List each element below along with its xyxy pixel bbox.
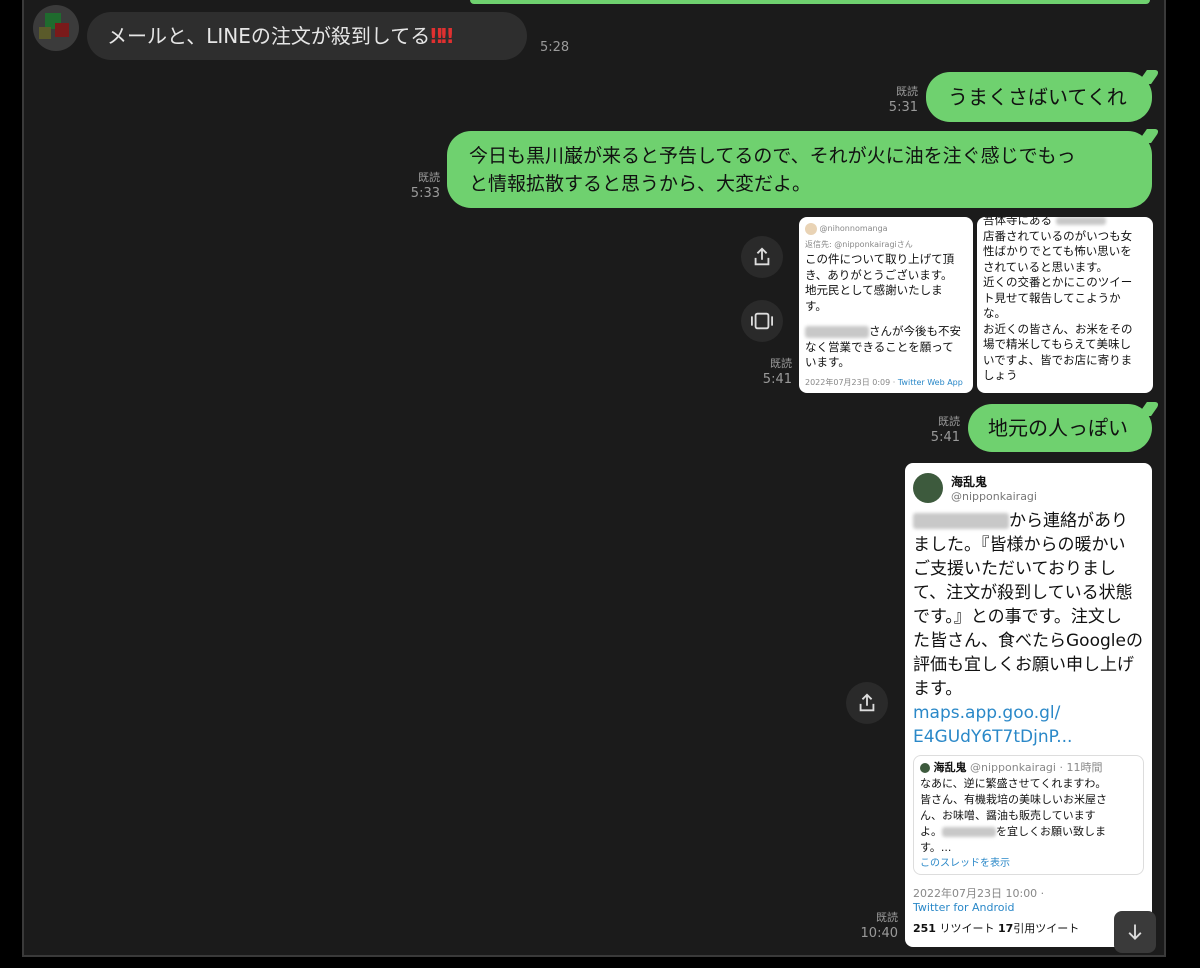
- previous-message-edge: [470, 0, 1150, 4]
- share-button[interactable]: [741, 236, 783, 278]
- tweet-author: 海乱鬼 @nipponkairagi: [913, 473, 1144, 503]
- tweet-link: maps.app.goo.gl/: [913, 703, 1061, 723]
- outgoing-message[interactable]: 地元の人っぽい: [968, 402, 1161, 452]
- message-time: 5:28: [540, 40, 570, 55]
- gallery-button[interactable]: [741, 300, 783, 342]
- image-tweet-big[interactable]: 海乱鬼 @nipponkairagi から連絡があり ました。『皆様からの暖かい…: [905, 463, 1152, 947]
- image-tweet-right[interactable]: 吾体寺にある 店番されているのがいつも女 性ばかりでとても怖い思いを されている…: [977, 217, 1153, 393]
- message-text-line: と情報拡散すると思うから、大変だよ。: [469, 173, 812, 195]
- message-meta: 既読 10:40: [860, 911, 898, 941]
- arrow-down-icon: [1128, 924, 1142, 940]
- message-text: 地元の人っぽい: [988, 416, 1128, 440]
- tweet-avatar: [913, 473, 943, 503]
- message-text: うまくさばいてくれ: [948, 85, 1127, 109]
- share-icon: [859, 693, 875, 712]
- outgoing-message[interactable]: 今日も黒川巌が来ると予告してるので、それが火に油を注ぐ感じでもっ と情報拡散する…: [447, 129, 1161, 208]
- share-button[interactable]: [846, 682, 888, 724]
- tweet-link: E4GUdY6T7tDjnP...: [913, 727, 1073, 747]
- double-exclamation-emoji: ‼‼: [430, 24, 453, 48]
- tweet-stats: 251 リツイート 17引用ツイート: [913, 922, 1080, 935]
- message-text-line: 今日も黒川巌が来ると予告してるので、それが火に油を注ぐ感じでもっ: [469, 145, 1076, 167]
- incoming-message[interactable]: メールと、LINEの注文が殺到してる‼‼: [87, 12, 527, 60]
- message-meta: 既読 5:41: [930, 415, 960, 445]
- share-icon: [754, 247, 770, 266]
- chat-window: メールと、LINEの注文が殺到してる‼‼ 5:28 既読 5:31 うまくさばいて…: [0, 0, 1200, 968]
- outgoing-message[interactable]: うまくさばいてくれ: [926, 70, 1161, 122]
- image-tweet-left[interactable]: @nihonnomanga 返信先: @nipponkairagiさん この件に…: [799, 217, 973, 393]
- message-text: メールと、LINEの注文が殺到してる: [107, 24, 431, 48]
- message-meta: 既読 5:31: [888, 85, 918, 115]
- gallery-icon: [751, 312, 773, 330]
- message-meta: 既読 5:41: [762, 357, 792, 387]
- quoted-tweet: 海乱鬼 @nipponkairagi · 11時間 なあに、逆に繁盛させてくれま…: [913, 755, 1144, 875]
- scroll-to-bottom-button[interactable]: [1114, 911, 1156, 953]
- message-meta: 既読 5:33: [410, 171, 440, 201]
- tweet-body: から連絡があり ました。『皆様からの暖かい ご支援いただいておりまし て、注文が…: [913, 511, 1143, 747]
- avatar[interactable]: [33, 5, 79, 51]
